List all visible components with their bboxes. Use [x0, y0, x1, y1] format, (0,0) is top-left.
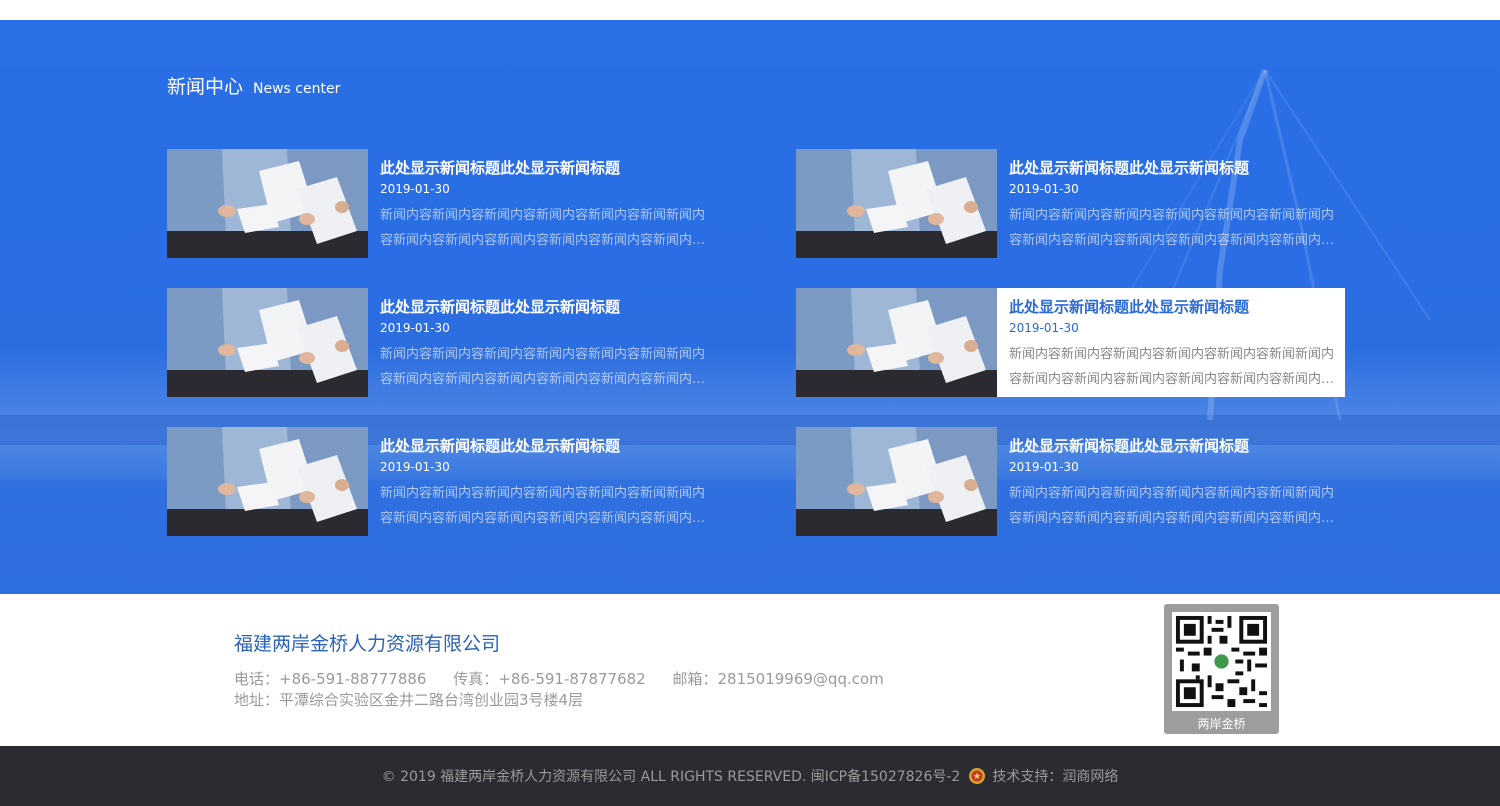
news-photo-image: [796, 149, 997, 258]
news-title-cn: 新闻中心: [167, 76, 244, 98]
news-title[interactable]: 此处显示新闻标题此处显示新闻标题: [380, 158, 706, 178]
company-name: 福建两岸金桥人力资源有限公司: [234, 633, 501, 655]
address-text: 地址：平潭综合实验区金井二路台湾创业园3号楼4层: [234, 691, 584, 709]
qr-code-box: 两岸金桥: [1164, 604, 1279, 734]
police-badge-icon[interactable]: [968, 767, 986, 785]
news-section: 新闻中心 News center 此处显示新闻标题此处显示新闻标题 2019-0…: [0, 20, 1500, 594]
phone-text: 电话：+86-591-88777886: [234, 670, 427, 688]
news-summary: 新闻内容新闻内容新闻内容新闻内容新闻内容新闻新闻内容新闻内容新闻内容新闻内容新闻…: [1009, 486, 1335, 526]
news-card[interactable]: 此处显示新闻标题此处显示新闻标题 2019-01-30 新闻内容新闻内容新闻内容…: [796, 288, 1345, 397]
copyright-text: © 2019 福建两岸金桥人力资源有限公司 ALL RIGHTS RESERVE…: [381, 769, 961, 785]
news-thumbnail[interactable]: [167, 149, 368, 258]
news-title[interactable]: 此处显示新闻标题此处显示新闻标题: [380, 436, 706, 456]
news-photo-image: [796, 427, 997, 536]
contact-info: 电话：+86-591-88777886 传真：+86-591-87877682 …: [234, 669, 906, 711]
news-text: 此处显示新闻标题此处显示新闻标题 2019-01-30 新闻内容新闻内容新闻内容…: [1009, 436, 1335, 531]
news-thumbnail[interactable]: [796, 149, 997, 258]
top-strip: [0, 0, 1500, 20]
news-summary: 新闻内容新闻内容新闻内容新闻内容新闻内容新闻新闻内容新闻内容新闻内容新闻内容新闻…: [380, 486, 706, 526]
qr-code-icon: [1172, 612, 1271, 711]
news-text: 此处显示新闻标题此处显示新闻标题 2019-01-30 新闻内容新闻内容新闻内容…: [380, 297, 706, 392]
qr-caption: 两岸金桥: [1197, 717, 1246, 731]
news-title-en: News center: [253, 81, 341, 97]
news-photo-image: [167, 427, 368, 536]
news-text: 此处显示新闻标题此处显示新闻标题 2019-01-30 新闻内容新闻内容新闻内容…: [1009, 158, 1335, 253]
news-photo-image: [796, 288, 997, 397]
copyright-line: © 2019 福建两岸金桥人力资源有限公司 ALL RIGHTS RESERVE…: [0, 766, 1500, 786]
news-photo-image: [167, 288, 368, 397]
news-summary: 新闻内容新闻内容新闻内容新闻内容新闻内容新闻新闻内容新闻内容新闻内容新闻内容新闻…: [380, 208, 706, 248]
news-date: 2019-01-30: [1009, 460, 1079, 474]
news-thumbnail[interactable]: [167, 288, 368, 397]
fax-text: 传真：+86-591-87877682: [453, 670, 646, 688]
news-title[interactable]: 此处显示新闻标题此处显示新闻标题: [380, 297, 706, 317]
news-title[interactable]: 此处显示新闻标题此处显示新闻标题: [1009, 297, 1335, 317]
tech-support-link[interactable]: 技术支持：润商网络: [992, 766, 1118, 786]
news-thumbnail[interactable]: [796, 288, 997, 397]
news-card[interactable]: 此处显示新闻标题此处显示新闻标题 2019-01-30 新闻内容新闻内容新闻内容…: [796, 427, 1345, 536]
email-link[interactable]: 邮箱：2815019969@qq.com: [673, 670, 884, 688]
news-date: 2019-01-30: [380, 182, 450, 196]
news-card[interactable]: 此处显示新闻标题此处显示新闻标题 2019-01-30 新闻内容新闻内容新闻内容…: [167, 149, 716, 258]
news-thumbnail[interactable]: [167, 427, 368, 536]
news-date: 2019-01-30: [1009, 321, 1079, 335]
copyright-bar: © 2019 福建两岸金桥人力资源有限公司 ALL RIGHTS RESERVE…: [0, 746, 1500, 806]
news-summary: 新闻内容新闻内容新闻内容新闻内容新闻内容新闻新闻内容新闻内容新闻内容新闻内容新闻…: [380, 347, 706, 387]
news-photo-image: [167, 149, 368, 258]
news-summary: 新闻内容新闻内容新闻内容新闻内容新闻内容新闻新闻内容新闻内容新闻内容新闻内容新闻…: [1009, 347, 1335, 387]
news-section-title: 新闻中心 News center: [167, 72, 340, 99]
news-card[interactable]: 此处显示新闻标题此处显示新闻标题 2019-01-30 新闻内容新闻内容新闻内容…: [167, 288, 716, 397]
news-title[interactable]: 此处显示新闻标题此处显示新闻标题: [1009, 436, 1335, 456]
news-text: 此处显示新闻标题此处显示新闻标题 2019-01-30 新闻内容新闻内容新闻内容…: [380, 158, 706, 253]
news-text: 此处显示新闻标题此处显示新闻标题 2019-01-30 新闻内容新闻内容新闻内容…: [380, 436, 706, 531]
news-date: 2019-01-30: [380, 321, 450, 335]
news-thumbnail[interactable]: [796, 427, 997, 536]
news-summary: 新闻内容新闻内容新闻内容新闻内容新闻内容新闻新闻内容新闻内容新闻内容新闻内容新闻…: [1009, 208, 1335, 248]
footer: 福建两岸金桥人力资源有限公司 电话：+86-591-88777886 传真：+8…: [0, 594, 1500, 746]
news-text: 此处显示新闻标题此处显示新闻标题 2019-01-30 新闻内容新闻内容新闻内容…: [1009, 297, 1335, 392]
news-card[interactable]: 此处显示新闻标题此处显示新闻标题 2019-01-30 新闻内容新闻内容新闻内容…: [167, 427, 716, 536]
news-date: 2019-01-30: [1009, 182, 1079, 196]
news-title[interactable]: 此处显示新闻标题此处显示新闻标题: [1009, 158, 1335, 178]
news-card[interactable]: 此处显示新闻标题此处显示新闻标题 2019-01-30 新闻内容新闻内容新闻内容…: [796, 149, 1345, 258]
news-date: 2019-01-30: [380, 460, 450, 474]
